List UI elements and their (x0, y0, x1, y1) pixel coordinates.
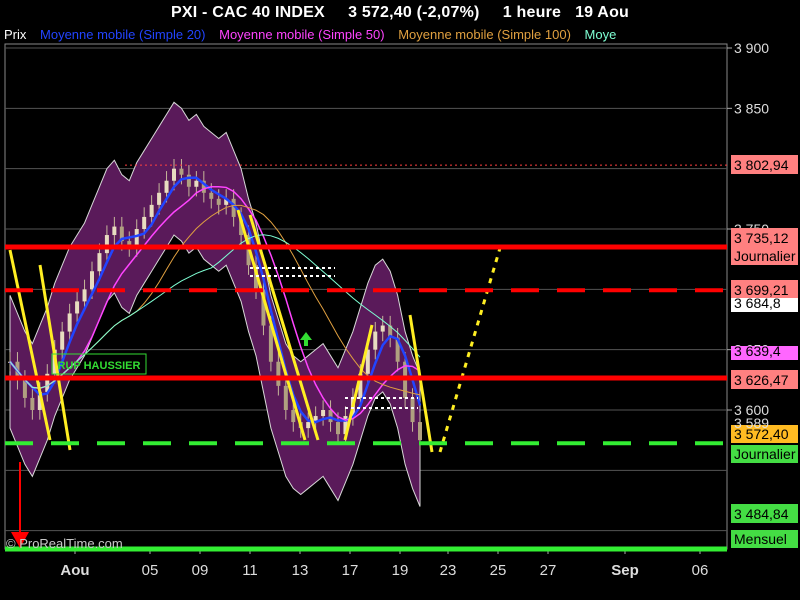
legend-item-sma100: Moyenne mobile (Simple 100) (398, 27, 571, 42)
candle-body (142, 216, 147, 229)
candle-body (283, 385, 288, 410)
candle-body (164, 180, 169, 193)
candle-body (194, 180, 199, 187)
candle-body (410, 397, 415, 423)
x-tick-label: 19 (392, 562, 409, 579)
x-tick-label: 11 (242, 562, 258, 579)
price-tag-label: Journalier (734, 248, 796, 264)
price-tag-label: 3 639,4 (734, 343, 781, 359)
price-tag-label: 3 626,47 (734, 372, 789, 388)
candle-body (134, 229, 139, 248)
candle-body (179, 168, 184, 175)
candle-body (157, 192, 162, 205)
x-tick-label: 25 (490, 562, 507, 579)
legend-item-sma20: Moyenne mobile (Simple 20) (40, 27, 206, 42)
y-tick-label: 3 589 (734, 415, 769, 431)
x-tick-label: 23 (440, 562, 457, 579)
timeframe: 1 heure (502, 4, 562, 21)
x-tick-label: 27 (540, 562, 557, 579)
x-tick-label: 05 (142, 562, 159, 579)
candle-body (67, 313, 72, 332)
candle-body (373, 331, 378, 350)
legend-item-price: Prix (4, 27, 27, 42)
x-tick-label: 09 (192, 562, 209, 579)
candle-body (306, 422, 311, 429)
x-tick-label: Sep (611, 562, 639, 579)
last-price: 3 572,40 (-2,07%) (348, 4, 480, 21)
price-tag-label: 3 484,84 (734, 506, 789, 522)
price-tag-label: 3 735,12 (734, 230, 789, 246)
candle-body (216, 198, 221, 205)
y-tick-label: 3 850 (734, 100, 769, 116)
price-chart: Aou050911131719232527Sep063 9003 8503 75… (4, 40, 798, 579)
candle-body (336, 422, 340, 435)
watermark: © ProRealTime.com (6, 536, 123, 551)
x-tick-label: 06 (692, 562, 709, 579)
chart-title: PXI - CAC 40 INDEX 3 572,40 (-2,07%) 1 h… (0, 0, 800, 26)
candle-body (328, 410, 333, 423)
price-tag-label: Journalier (734, 446, 796, 462)
price-tag-label: 3 684,8 (734, 295, 781, 311)
date-label: 19 Aou (575, 4, 630, 21)
x-tick-label: 17 (342, 562, 359, 579)
price-tag-label: 3 802,94 (734, 157, 789, 173)
candle-body (291, 410, 296, 423)
candle-body (149, 204, 154, 217)
y-tick-label: 3 900 (734, 40, 769, 56)
price-tag-label: Mensuel (734, 531, 787, 547)
candle-body (172, 168, 176, 181)
candle-body (60, 331, 65, 350)
candle-body (82, 289, 87, 302)
indicator-legend: Prix Moyenne mobile (Simple 20) Moyenne … (4, 26, 726, 44)
candle-body (97, 253, 102, 272)
candle-body (418, 422, 422, 441)
candle-body (112, 226, 117, 236)
x-tick-label: Aou (60, 562, 89, 579)
instrument-name: PXI - CAC 40 INDEX (170, 4, 325, 21)
candle-body (209, 192, 214, 199)
candle-body (104, 235, 109, 254)
candle-body (30, 397, 35, 410)
candle-body (276, 361, 281, 386)
legend-item-sma50: Moyenne mobile (Simple 50) (219, 27, 385, 42)
candle-body (90, 271, 94, 290)
candle-body (380, 325, 385, 332)
legend-item-sma-extra: Moye (584, 27, 617, 42)
candle-body (321, 410, 326, 417)
candle-body (75, 301, 80, 314)
x-tick-label: 13 (292, 562, 309, 579)
annotation-label: RUP HAUSSIER (58, 360, 141, 372)
